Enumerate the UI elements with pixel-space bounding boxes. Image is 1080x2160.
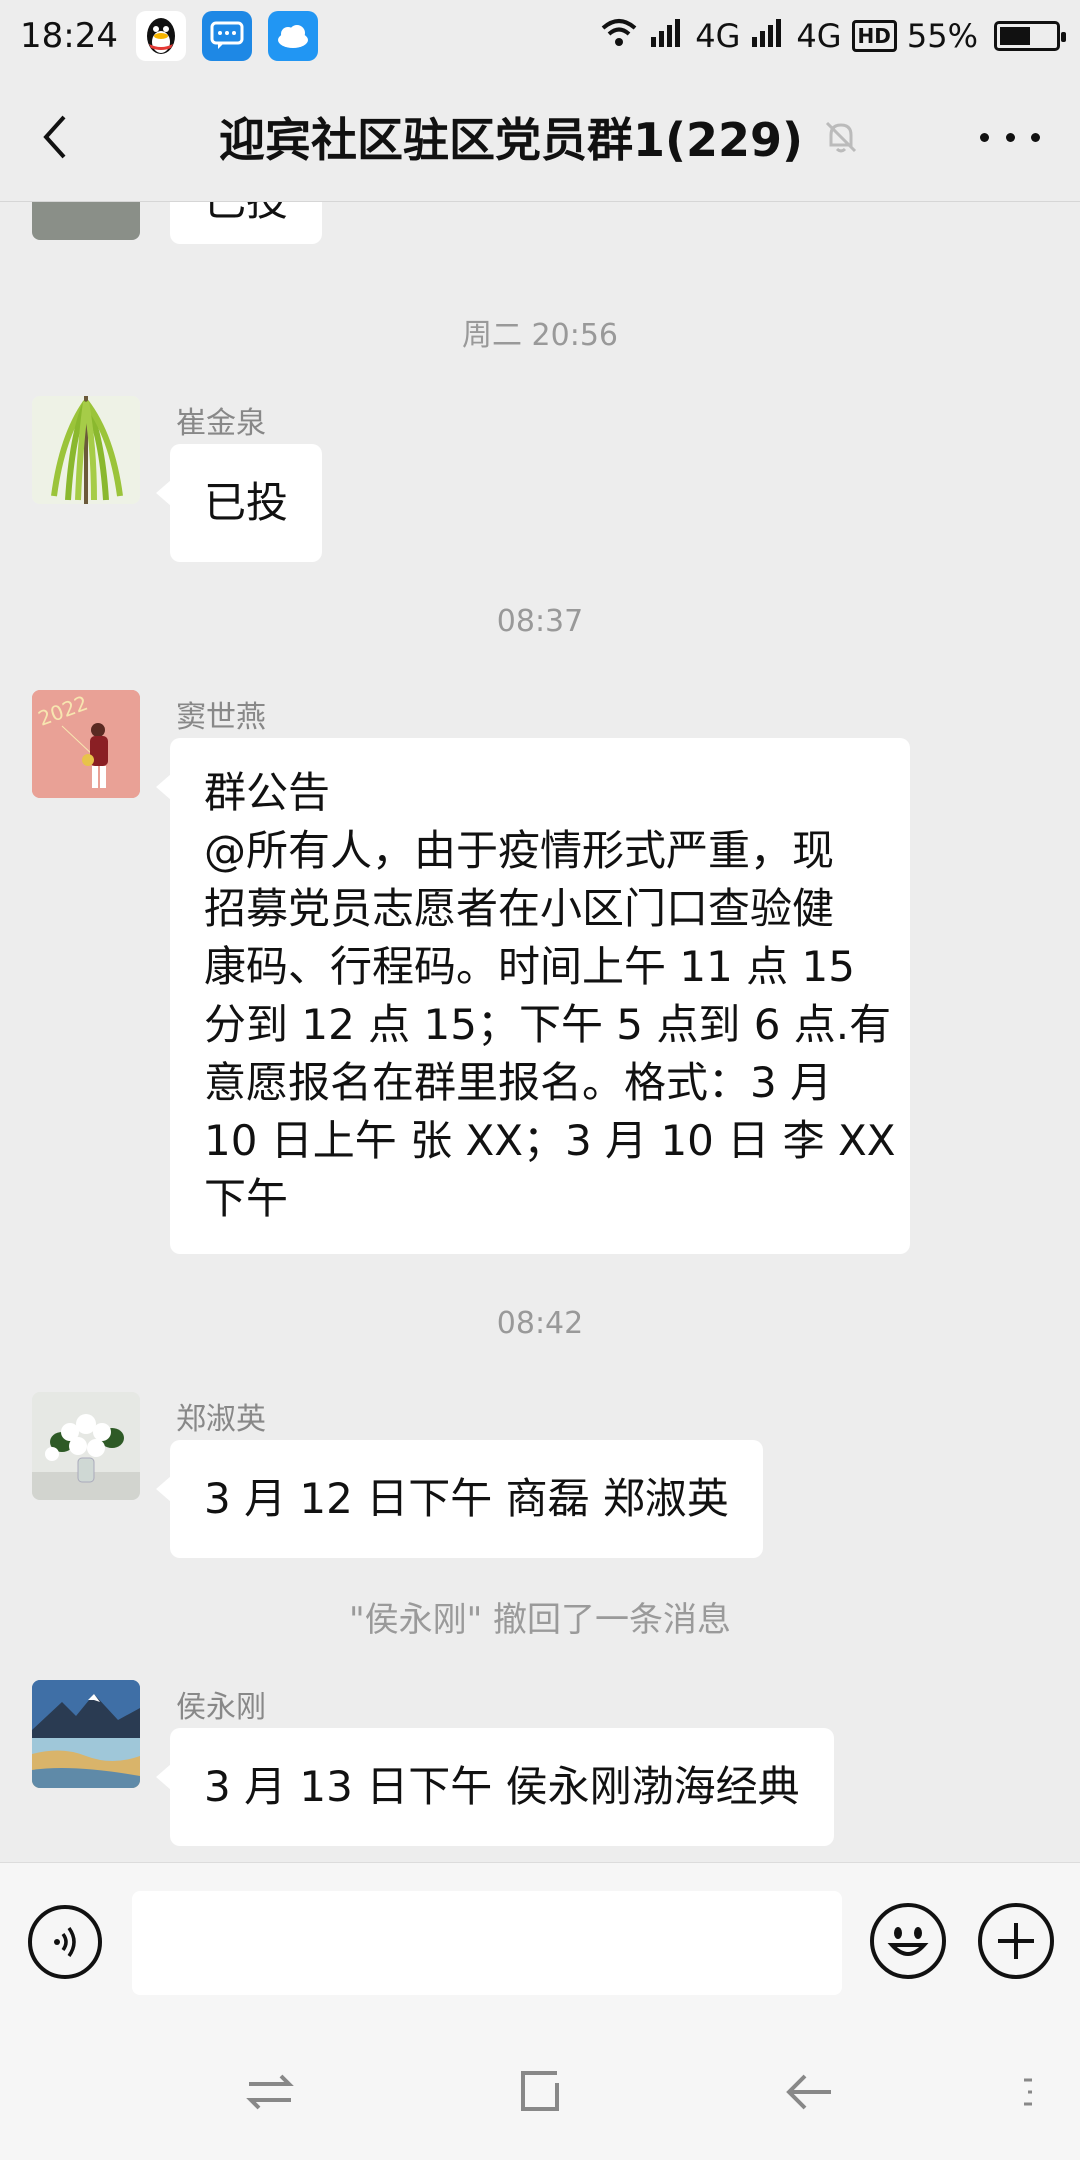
sender-name: 郑淑英 (176, 1402, 266, 1437)
chat-title: 迎宾社区驻区党员群1(229) (218, 112, 804, 167)
voice-input-button[interactable] (28, 1905, 102, 1979)
nav-menu-button[interactable] (1000, 2064, 1056, 2120)
announcement-line: 10 日上午 张 XX；3 月 10 日 李 XX (204, 1116, 896, 1165)
message-text: 3 月 12 日下午 商磊 郑淑英 (204, 1474, 729, 1523)
announcement-line: 意愿报名在群里报名。格式：3 月 (204, 1058, 833, 1107)
back-nav-button[interactable] (782, 2064, 838, 2120)
message-bubble[interactable]: 3 月 13 日下午 侯永刚渤海经典 (156, 1728, 834, 1846)
timestamp: 08:42 (496, 1306, 584, 1341)
message-text: 3 月 13 日下午 侯永刚渤海经典 (204, 1762, 800, 1811)
avatar[interactable] (32, 202, 140, 240)
battery-icon (994, 21, 1066, 51)
voice-icon (54, 1926, 76, 1958)
avatar[interactable] (32, 1392, 140, 1500)
timestamp: 周二 20:56 (462, 318, 618, 353)
chat-area[interactable]: 已投 周二 20:56 崔金泉 已投 08:37 2022 (0, 202, 1080, 1862)
dot-icon (1031, 132, 1040, 142)
input-bar (0, 1862, 1080, 2018)
square-icon (521, 2071, 559, 2111)
sender-name: 崔金泉 (176, 406, 266, 441)
chat-header: 迎宾社区驻区党员群1(229) (0, 72, 1080, 202)
plus-icon (998, 1923, 1034, 1959)
system-nav-bar (0, 2018, 1080, 2160)
status-time: 18:24 (20, 16, 118, 56)
message-bubble[interactable]: 3 月 12 日下午 商磊 郑淑英 (156, 1440, 763, 1558)
announcement-bubble[interactable]: 群公告 @所有人，由于疫情形式严重，现 招募党员志愿者在小区门口查验健 康码、行… (156, 738, 910, 1254)
avatar[interactable] (32, 1680, 140, 1788)
status-bar: 18:24 4G 4G HD 55% (0, 0, 1080, 72)
announcement-line: @所有人，由于疫情形式严重，现 (204, 826, 835, 875)
signal-icon (649, 17, 685, 55)
mountain-lake-image (32, 1680, 140, 1788)
signal-icon-2 (750, 17, 786, 55)
message-input[interactable] (132, 1891, 842, 1995)
flower-vase-image (32, 1392, 140, 1500)
timestamp: 08:37 (496, 604, 584, 639)
more-functions-button[interactable] (978, 1903, 1054, 1979)
battery-percent: 55% (906, 17, 978, 55)
dot-icon (1005, 132, 1015, 142)
message-text: 已投 (204, 478, 289, 527)
sender-name: 窦世燕 (176, 700, 266, 735)
home-button[interactable] (512, 2064, 568, 2120)
announcement-line: 分到 12 点 15；下午 5 点到 6 点.有 (204, 1000, 892, 1049)
message-app-icon (201, 11, 252, 61)
avatar[interactable] (32, 396, 140, 504)
chevron-left-icon (43, 115, 66, 159)
wifi-icon (599, 16, 639, 56)
sender-name: 侯永刚 (176, 1690, 266, 1725)
back-arrow-icon (786, 2074, 831, 2110)
smiley-icon (887, 1927, 929, 1956)
announcement-heading: 群公告 (204, 768, 331, 817)
announcement-line: 招募党员志愿者在小区门口查验健 (204, 884, 835, 933)
avatar[interactable]: 2022 (32, 690, 140, 798)
weather-icon (267, 11, 318, 61)
girl-balloons-image: 2022 (32, 690, 140, 798)
network-label-1: 4G (695, 17, 741, 55)
menu-dots-icon (1024, 2078, 1032, 2106)
back-button[interactable] (30, 112, 80, 162)
message-bubble[interactable]: 已投 (155, 444, 323, 562)
status-right: 4G 4G HD 55% (599, 16, 1066, 56)
dot-icon (980, 132, 989, 142)
battery-fill (1000, 27, 1030, 45)
announcement-line: 下午 (204, 1174, 289, 1223)
network-label-2: 4G (796, 17, 842, 55)
emoji-button[interactable] (870, 1903, 946, 1979)
message-text: 已投 (204, 202, 288, 225)
qq-icon (135, 11, 186, 61)
message-bubble-partial[interactable]: 已投 (170, 202, 323, 244)
hd-badge: HD (851, 20, 897, 52)
willow-tree-image (32, 396, 140, 504)
swap-arrows-icon (246, 2074, 294, 2110)
switch-app-button[interactable] (242, 2064, 298, 2120)
recall-notice: "侯永刚" 撤回了一条消息 (348, 1600, 732, 1640)
announcement-line: 康码、行程码。时间上午 11 点 15 (204, 942, 855, 991)
more-options-button[interactable] (980, 117, 1040, 157)
mute-bell-icon (821, 117, 861, 157)
